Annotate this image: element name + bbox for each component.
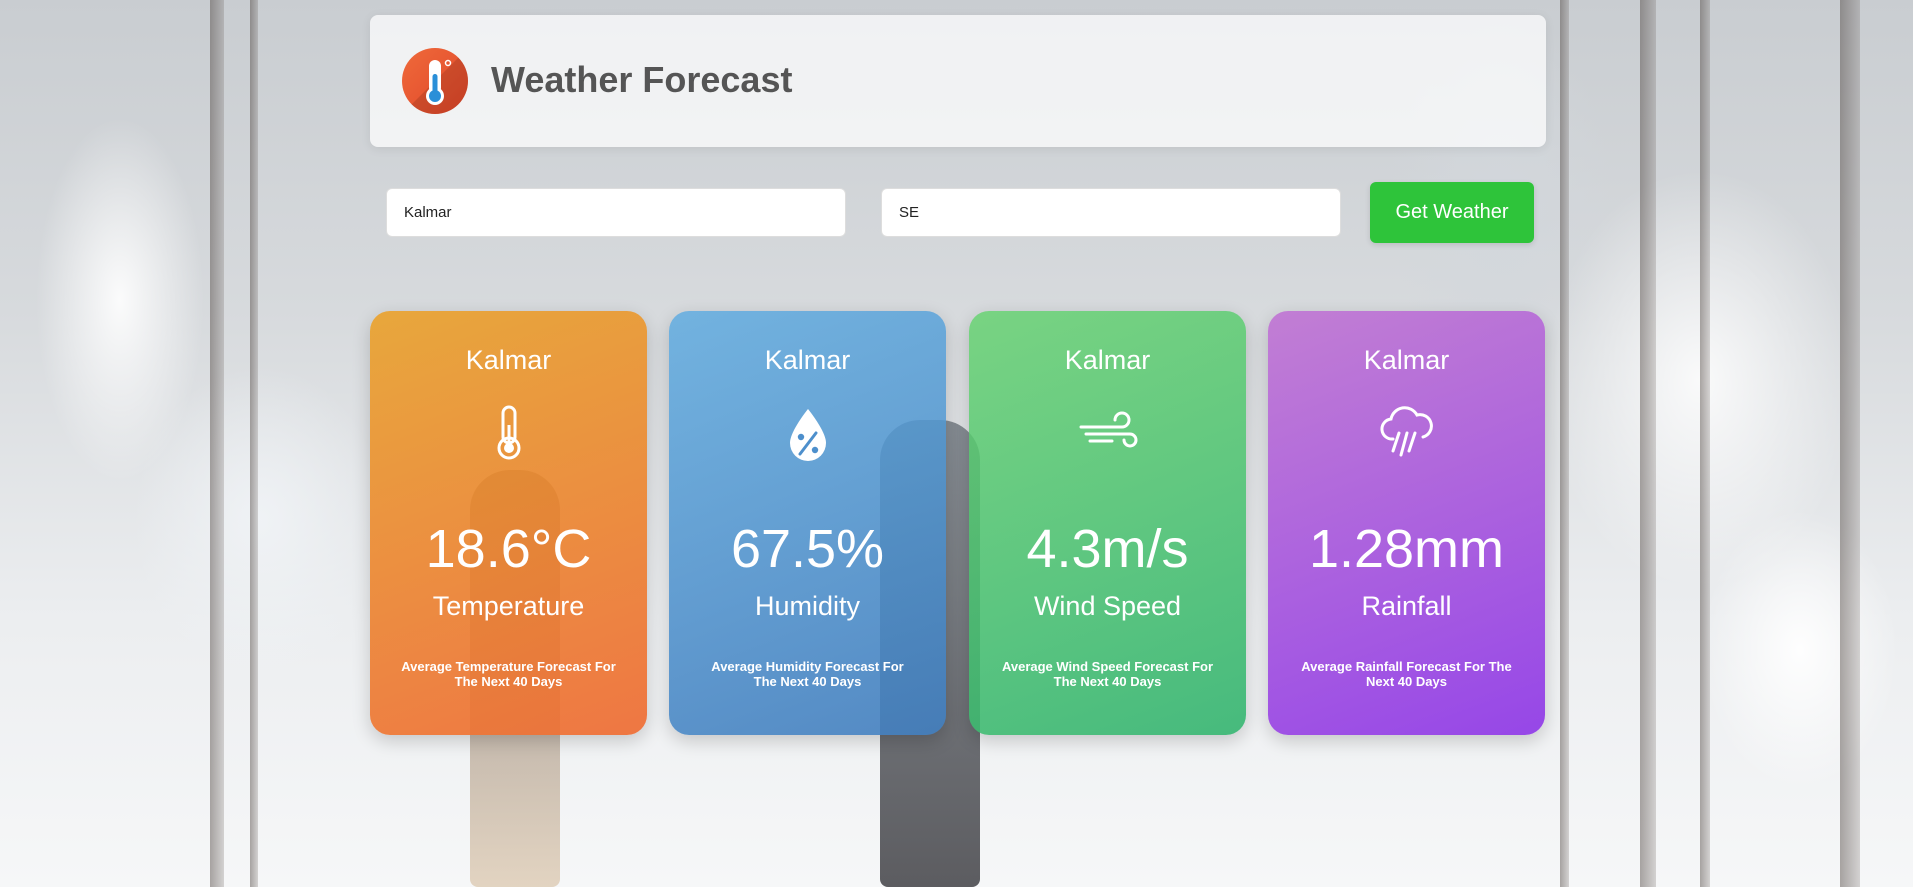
card-label: Temperature: [432, 591, 585, 621]
card-description: Average Rainfall Forecast For The Next 4…: [1301, 659, 1512, 689]
rainfall-value: 1.28mm: [1308, 519, 1505, 579]
temperature-value: 18.6°C: [425, 519, 592, 579]
card-label: Humidity: [754, 591, 861, 621]
humidity-card: Kalmar 67.5% Humidity Average Humidity F…: [669, 311, 946, 735]
wind-speed-value: 4.3m/s: [1026, 519, 1189, 579]
wind-icon: [1078, 403, 1138, 463]
thermometer-icon: [479, 403, 539, 463]
rainfall-card: Kalmar 1.28mm Rainfall Average Rainfall …: [1268, 311, 1545, 735]
card-label: Wind Speed: [1033, 591, 1182, 621]
wind-speed-card: Kalmar 4.3m/s Wind Speed Average Wind Sp…: [969, 311, 1246, 735]
card-city: Kalmar: [1064, 345, 1151, 375]
app-header: Weather Forecast: [370, 15, 1546, 147]
city-input[interactable]: [386, 188, 846, 237]
get-weather-button[interactable]: Get Weather: [1370, 182, 1534, 243]
card-city: Kalmar: [465, 345, 552, 375]
page-title: Weather Forecast: [491, 59, 793, 100]
humidity-value: 67.5%: [730, 519, 885, 579]
rain-cloud-icon: [1377, 403, 1437, 463]
card-city: Kalmar: [1363, 345, 1450, 375]
card-label: Rainfall: [1361, 591, 1452, 621]
card-city: Kalmar: [764, 345, 851, 375]
card-description: Average Temperature Forecast For The Nex…: [401, 659, 616, 689]
country-input[interactable]: [881, 188, 1341, 237]
thermometer-icon: [402, 48, 468, 114]
card-description: Average Wind Speed Forecast For The Next…: [1001, 659, 1214, 689]
card-description: Average Humidity Forecast For The Next 4…: [711, 659, 904, 689]
temperature-card: Kalmar 18.6°C Temperature Average Temper…: [370, 311, 647, 735]
humidity-drop-icon: [778, 403, 838, 463]
